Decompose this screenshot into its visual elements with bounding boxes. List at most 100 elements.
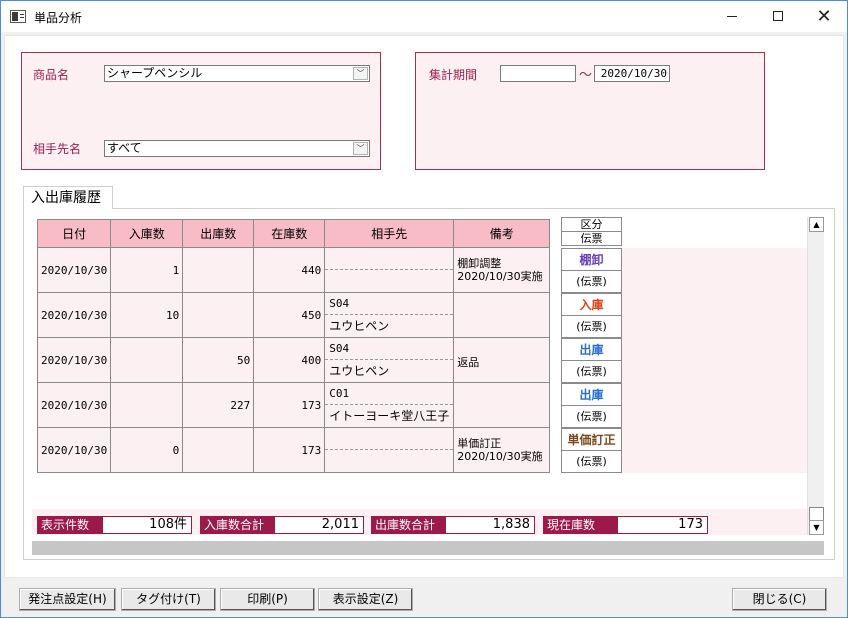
partner-name [325,450,453,472]
history-table: 日付 入庫数 出庫数 在庫数 相手先 備考 2020/10/30 1 440 棚卸調整… [36,219,551,473]
in-total-value: 2,011 [274,516,364,534]
partner-name [325,270,453,292]
maximize-button[interactable] [755,1,801,32]
cell-remark: 返品 [453,337,551,383]
table-row[interactable]: 2020/10/30 1 440 棚卸調整 2020/10/30実施 [36,247,551,293]
period-from-input[interactable] [500,65,576,82]
kubun-column: 区分 伝票 棚卸 (伝票) 入庫 (伝票) 出庫 (伝票) 出庫 (伝票) 単価訂正 (伝票) [561,217,807,473]
remark-line-2: 2020/10/30実施 [457,450,543,463]
main-window: 単品分析 ✕ 商品名 シャープペンシル ﹀ 相手先名 すべて ﹀ 集計期間 ～ … [0,0,848,618]
cell-stock: 400 [253,337,326,383]
table-row[interactable]: 2020/10/30 50 400 S04 ユウヒペン 返品 [36,337,551,383]
cell-remark: 棚卸調整 2020/10/30実施 [453,247,551,293]
slip-link[interactable]: (伝票) [562,406,621,428]
scroll-up-icon[interactable]: ▲ [809,217,824,232]
cell-stock: 173 [253,382,326,428]
close-window-button[interactable]: ✕ [801,1,847,32]
client-area: 商品名 シャープペンシル ﹀ 相手先名 すべて ﹀ 集計期間 ～ 2020/10… [4,35,844,578]
chevron-down-icon[interactable]: ﹀ [353,142,368,155]
kubun-cell[interactable]: 出庫 (伝票) [561,383,622,428]
period-to-input[interactable]: 2020/10/30 [594,65,670,82]
cell-stock: 450 [253,292,326,338]
horizontal-scrollbar[interactable] [32,541,824,555]
partner-name: ユウヒペン [329,364,390,378]
display-settings-button[interactable]: 表示設定(Z) [318,588,413,611]
remark-line-1: 棚卸調整 [457,257,502,270]
kubun-cell[interactable]: 出庫 (伝票) [561,338,622,383]
vertical-scrollbar[interactable]: ▲ ▼ [807,217,824,535]
tab-content: 日付 入庫数 出庫数 在庫数 相手先 備考 2020/10/30 1 440 棚卸調整… [23,208,835,560]
cell-date: 2020/10/30 [36,292,112,338]
slip-link[interactable]: (伝票) [562,361,621,383]
col-header-partner[interactable]: 相手先 [324,219,455,248]
chevron-down-icon[interactable]: ﹀ [353,67,368,80]
maximize-icon [773,11,783,21]
kubun-type[interactable]: 出庫 [562,384,621,406]
remark-line-1: 返品 [457,355,480,369]
kubun-type[interactable]: 棚卸 [562,249,621,271]
cell-date: 2020/10/30 [36,427,112,473]
summary-bar: 表示件数 108件 入庫数合計 2,011 出庫数合計 1,838 現在庫数 1… [32,509,807,535]
col-header-remark[interactable]: 備考 [453,219,551,248]
cell-remark: 単価訂正 2020/10/30実施 [453,427,551,473]
stock-label: 現在庫数 [543,516,617,534]
kubun-type[interactable]: 出庫 [562,339,621,361]
product-combo-value: シャープペンシル [107,66,203,80]
minimize-button[interactable] [709,1,755,32]
cell-partner [324,247,455,293]
cell-date: 2020/10/30 [36,337,112,383]
kubun-type[interactable]: 単価訂正 [562,429,621,451]
period-separator: ～ [579,68,593,83]
table-row[interactable]: 2020/10/30 10 450 S04 ユウヒペン [36,292,551,338]
partner-label: 相手先名 [33,142,82,156]
print-button[interactable]: 印刷(P) [220,588,315,611]
cell-remark [453,292,551,338]
cell-out: 227 [182,382,255,428]
cell-in [110,337,184,383]
cell-in: 1 [110,247,184,293]
cell-out: 50 [182,337,255,383]
remark-line-2: 2020/10/30実施 [457,270,543,283]
tab-inout-history[interactable]: 入出庫履歴 [23,186,113,209]
kubun-cell[interactable]: 単価訂正 (伝票) [561,428,622,473]
partner-combo[interactable]: すべて ﹀ [104,140,370,157]
tag-button[interactable]: タグ付け(T) [121,588,216,611]
out-total-value: 1,838 [445,516,535,534]
col-header-in[interactable]: 入庫数 [110,219,184,248]
slip-link[interactable]: (伝票) [562,271,621,293]
history-grid: 日付 入庫数 出庫数 在庫数 相手先 備考 2020/10/30 1 440 棚卸調整… [32,217,807,509]
partner-code [325,248,454,270]
product-combo[interactable]: シャープペンシル ﹀ [104,65,370,82]
kubun-header-slip: 伝票 [561,231,622,246]
close-button[interactable]: 閉じる(C) [732,588,827,611]
partner-name: イトーヨーキ堂八王子 [329,409,450,423]
partner-code: S04 [325,293,454,315]
scroll-down-icon[interactable]: ▼ [809,520,824,535]
table-row[interactable]: 2020/10/30 227 173 C01 イトーヨーキ堂八王子 [36,382,551,428]
cell-partner: C01 イトーヨーキ堂八王子 [324,382,455,428]
kubun-cell[interactable]: 入庫 (伝票) [561,293,622,338]
col-header-date[interactable]: 日付 [36,219,112,248]
cell-remark [453,382,551,428]
stock-value: 173 [617,516,708,534]
partner-combo-value: すべて [107,141,142,155]
table-row[interactable]: 2020/10/30 0 173 単価訂正 2020/10/30実施 [36,427,551,473]
title-bar[interactable]: 単品分析 ✕ [1,1,847,32]
cell-in: 0 [110,427,184,473]
slip-link[interactable]: (伝票) [562,451,621,473]
period-filter-panel: 集計期間 ～ 2020/10/30 [415,52,765,170]
kubun-cell[interactable]: 棚卸 (伝票) [561,248,622,293]
col-header-stock[interactable]: 在庫数 [253,219,326,248]
col-header-out[interactable]: 出庫数 [182,219,255,248]
product-filter-panel: 商品名 シャープペンシル ﹀ 相手先名 すべて ﹀ [21,52,381,170]
count-value: 108件 [102,516,192,534]
out-total-label: 出庫数合計 [371,516,445,534]
slip-link[interactable]: (伝票) [562,316,621,338]
partner-code: S04 [325,338,454,360]
reorder-point-button[interactable]: 発注点設定(H) [19,588,116,611]
product-label: 商品名 [33,68,70,82]
kubun-type[interactable]: 入庫 [562,294,621,316]
window-title: 単品分析 [34,11,83,25]
count-label: 表示件数 [37,516,102,534]
cell-stock: 440 [253,247,326,293]
